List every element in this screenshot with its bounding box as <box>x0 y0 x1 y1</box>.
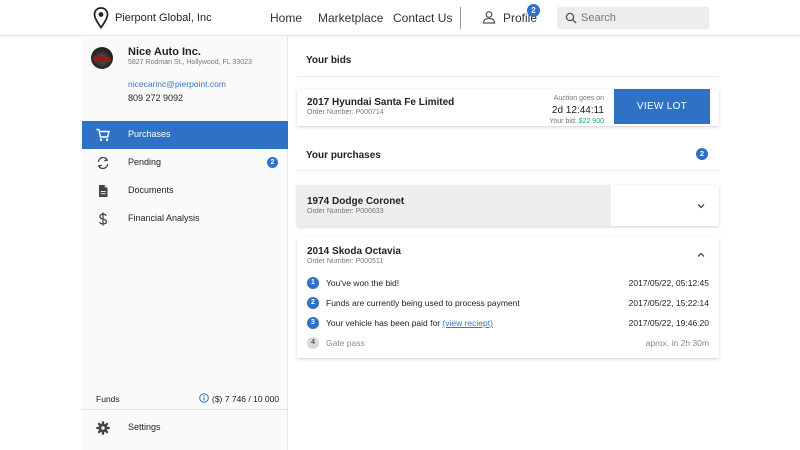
purchase-vehicle-title: 2014 Skoda Octavia <box>307 246 401 257</box>
view-lot-button[interactable]: VIEW LOT <box>614 89 710 124</box>
step-text: You've won the bid! <box>326 278 400 288</box>
step-text: Gate pass <box>326 338 365 348</box>
purchase-order-number: Order Number: P000633 <box>307 208 384 215</box>
step-number: 1 <box>307 277 319 289</box>
purchase-vehicle-title: 1974 Dodge Coronet <box>307 196 405 207</box>
sidebar-item-label: Financial Analysis <box>128 213 200 223</box>
funds-value: ($) 7 746 / 10 000 <box>212 394 280 404</box>
company-phone: 809 272 9092 <box>128 93 184 103</box>
sidebar-item-label: Purchases <box>128 129 171 139</box>
funds-label: Funds <box>96 394 120 404</box>
person-icon[interactable] <box>482 10 496 24</box>
purchases-section-title: Your purchases <box>306 150 381 161</box>
sidebar: Nice Auto Inc. 5827 Rodman St., Hollywoo… <box>82 36 288 450</box>
sidebar-item-pending[interactable]: Pending 2 <box>82 149 288 177</box>
sidebar-item-purchases[interactable]: Purchases <box>82 121 288 149</box>
progress-step: 1 You've won the bid! 2017/05/22, 05:12:… <box>307 277 709 291</box>
document-icon <box>99 185 108 197</box>
search-input[interactable] <box>581 9 701 27</box>
funds-row: Funds ($) 7 746 / 10 000 <box>82 388 288 410</box>
bid-vehicle-title: 2017 Hyundai Santa Fe Limited <box>307 97 455 108</box>
bid-order-number: Order Number: P000714 <box>307 109 384 116</box>
auction-countdown: 2d 12:44:11 <box>551 105 604 116</box>
sidebar-item-label: Settings <box>128 422 161 432</box>
pending-count-badge: 2 <box>267 157 278 168</box>
your-bid-label: Your bid: <box>549 118 577 125</box>
sync-icon <box>97 156 109 170</box>
auction-status-label: Auction goes on <box>553 95 604 102</box>
brand-name[interactable]: Pierpont Global, Inc <box>115 12 212 24</box>
nav-divider <box>460 7 461 29</box>
step-text-wrapper: Your vehicle has been paid for (view rec… <box>326 318 493 328</box>
step-number: 3 <box>307 317 319 329</box>
company-address: 5827 Rodman St., Hollywood, FL 33023 <box>128 59 252 66</box>
sidebar-item-label: Pending <box>128 157 162 167</box>
search-icon <box>565 12 577 24</box>
progress-step-pending: 4 Gate pass aprox. in 2h 30m <box>307 337 709 351</box>
step-text: Funds are currently being used to proces… <box>326 298 520 308</box>
company-avatar <box>91 47 113 69</box>
nav-contact-us[interactable]: Contact Us <box>393 11 452 25</box>
step-text: Your vehicle has been paid for <box>326 318 443 328</box>
search-box <box>557 7 709 29</box>
step-timestamp: 2017/05/22, 05:12:45 <box>628 278 709 288</box>
sidebar-item-documents[interactable]: Documents <box>82 177 288 205</box>
company-email-link[interactable]: nicecarinc@pierpoint.com <box>128 79 226 89</box>
chevron-up-icon[interactable] <box>696 250 706 260</box>
map-pin-logo-icon[interactable] <box>93 7 109 29</box>
purchase-card-collapsed[interactable]: 1974 Dodge Coronet Order Number: P000633 <box>297 185 719 226</box>
profile-notification-badge: 2 <box>527 4 540 17</box>
top-header: Pierpont Global, Inc Home Marketplace Co… <box>0 0 800 36</box>
view-receipt-link[interactable]: (view reciept) <box>442 318 493 328</box>
nav-home[interactable]: Home <box>270 11 302 25</box>
step-timestamp: 2017/05/22, 15:22:14 <box>628 298 709 308</box>
bids-section-title: Your bids <box>306 55 352 66</box>
step-number: 2 <box>307 297 319 309</box>
sidebar-item-financial-analysis[interactable]: Financial Analysis <box>82 205 288 233</box>
info-icon[interactable] <box>199 393 209 403</box>
your-bid-line: Your bid: $22 900 <box>549 118 604 125</box>
dollar-icon <box>99 212 108 226</box>
chevron-down-icon[interactable] <box>696 201 706 211</box>
company-name: Nice Auto Inc. <box>128 46 201 58</box>
step-timestamp: 2017/05/22, 19:46:20 <box>628 318 709 328</box>
cart-icon <box>96 128 110 141</box>
nav-marketplace[interactable]: Marketplace <box>318 11 383 25</box>
bid-card: 2017 Hyundai Santa Fe Limited Order Numb… <box>297 89 719 126</box>
sidebar-item-label: Documents <box>128 185 174 195</box>
section-divider <box>297 170 719 171</box>
purchase-order-number: Order Number: P000511 <box>307 258 384 265</box>
section-divider <box>297 76 719 77</box>
your-bid-value: $22 900 <box>578 118 604 125</box>
step-number: 4 <box>307 337 319 349</box>
purchases-count-badge: 2 <box>696 148 708 160</box>
step-eta: aprox. in 2h 30m <box>645 338 709 348</box>
sidebar-item-settings[interactable]: Settings <box>82 414 288 442</box>
progress-step: 2 Funds are currently being used to proc… <box>307 297 709 311</box>
progress-step: 3 Your vehicle has been paid for (view r… <box>307 317 709 331</box>
gear-icon <box>96 421 110 435</box>
